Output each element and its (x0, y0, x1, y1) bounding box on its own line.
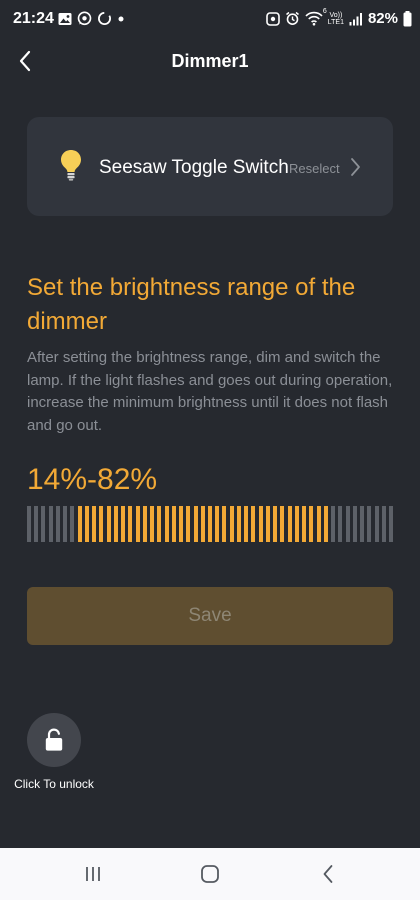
range-tick (222, 506, 227, 542)
status-right-icons: 6 Vo)) LTE1 82% (265, 8, 412, 27)
unlock-icon (45, 728, 63, 751)
range-tick (374, 506, 379, 542)
device-name: Seesaw Toggle Switch (99, 157, 289, 178)
nav-back-button[interactable] (313, 860, 343, 888)
range-tick (367, 506, 372, 542)
unlock-label: Click To unlock (14, 777, 94, 791)
range-tick (121, 506, 126, 542)
range-tick (106, 506, 111, 542)
range-tick (128, 506, 133, 542)
range-tick (171, 506, 176, 542)
home-icon (201, 865, 219, 883)
range-tick (389, 506, 393, 542)
range-tick (244, 506, 249, 542)
notification-icons (58, 11, 125, 26)
range-tick (251, 506, 256, 542)
wifi-indicator: 6 (305, 8, 327, 26)
range-readout: 14%-82% (27, 463, 158, 496)
range-tick (258, 506, 263, 542)
range-tick (55, 506, 60, 542)
range-tick (316, 506, 321, 542)
device-card[interactable]: Seesaw Toggle Switch Reselect (27, 117, 393, 216)
network-top-label: Vo)) (329, 11, 343, 19)
range-tick (113, 506, 118, 542)
range-tick (92, 506, 97, 542)
range-tick (77, 506, 82, 542)
range-tick (309, 506, 314, 542)
range-tick (63, 506, 68, 542)
dot-icon (118, 16, 124, 22)
battery-icon (403, 10, 412, 26)
signal-icon (349, 12, 362, 25)
status-time: 21:24 (13, 10, 54, 27)
range-tick (236, 506, 241, 542)
range-tick (34, 506, 39, 542)
wifi-icon (305, 11, 323, 26)
range-tick (338, 506, 343, 542)
status-bar: 21:24 6 Vo)) LTE1 82% (0, 0, 420, 38)
reselect-link[interactable]: Reselect (289, 161, 340, 176)
brightness-range-slider[interactable] (27, 506, 393, 542)
range-tick (287, 506, 292, 542)
range-tick (280, 506, 285, 542)
battery-percent: 82% (367, 10, 398, 27)
gallery-icon (58, 12, 72, 25)
range-tick (164, 506, 169, 542)
range-tick (157, 506, 162, 542)
range-tick (215, 506, 220, 542)
unlock-button[interactable] (27, 713, 81, 767)
range-tick (345, 506, 350, 542)
range-tick (27, 506, 31, 542)
network-bottom-label: LTE1 (327, 18, 344, 26)
lightbulb-icon (61, 150, 81, 181)
range-tick (200, 506, 205, 542)
range-tick (150, 506, 155, 542)
range-tick (302, 506, 307, 542)
app-notification-icon (265, 11, 280, 26)
page-title: Dimmer1 (171, 51, 249, 71)
recent-apps-icon (86, 867, 100, 881)
range-tick (70, 506, 75, 542)
range-tick (229, 506, 234, 542)
range-tick (99, 506, 104, 542)
range-tick (273, 506, 278, 542)
range-tick (294, 506, 299, 542)
system-nav-bar (0, 848, 420, 900)
recent-apps-button[interactable] (78, 860, 108, 888)
range-tick (179, 506, 184, 542)
nav-back-icon (323, 865, 333, 883)
range-tick (135, 506, 140, 542)
range-tick (381, 506, 386, 542)
network-label: Vo)) LTE1 (328, 12, 344, 26)
range-tick (84, 506, 89, 542)
whatsapp-icon (77, 11, 92, 26)
range-tick (352, 506, 357, 542)
range-tick (193, 506, 198, 542)
range-tick (265, 506, 270, 542)
range-tick (323, 506, 328, 542)
range-tick (41, 506, 46, 542)
range-tick (142, 506, 147, 542)
wifi-band-label: 6 (322, 8, 327, 15)
app-header: Dimmer1 (0, 38, 420, 84)
range-tick (186, 506, 191, 542)
section-description: After setting the brightness range, dim … (27, 349, 393, 434)
range-tick (331, 506, 336, 542)
range-tick (48, 506, 53, 542)
chevron-right-icon[interactable] (349, 157, 361, 177)
home-button[interactable] (195, 860, 225, 888)
section-heading: Set the brightness range of the dimmer (27, 274, 356, 335)
sync-icon (98, 12, 111, 25)
save-button[interactable]: Save (27, 587, 393, 645)
range-tick (360, 506, 365, 542)
range-tick (208, 506, 212, 542)
alarm-icon (285, 11, 299, 25)
